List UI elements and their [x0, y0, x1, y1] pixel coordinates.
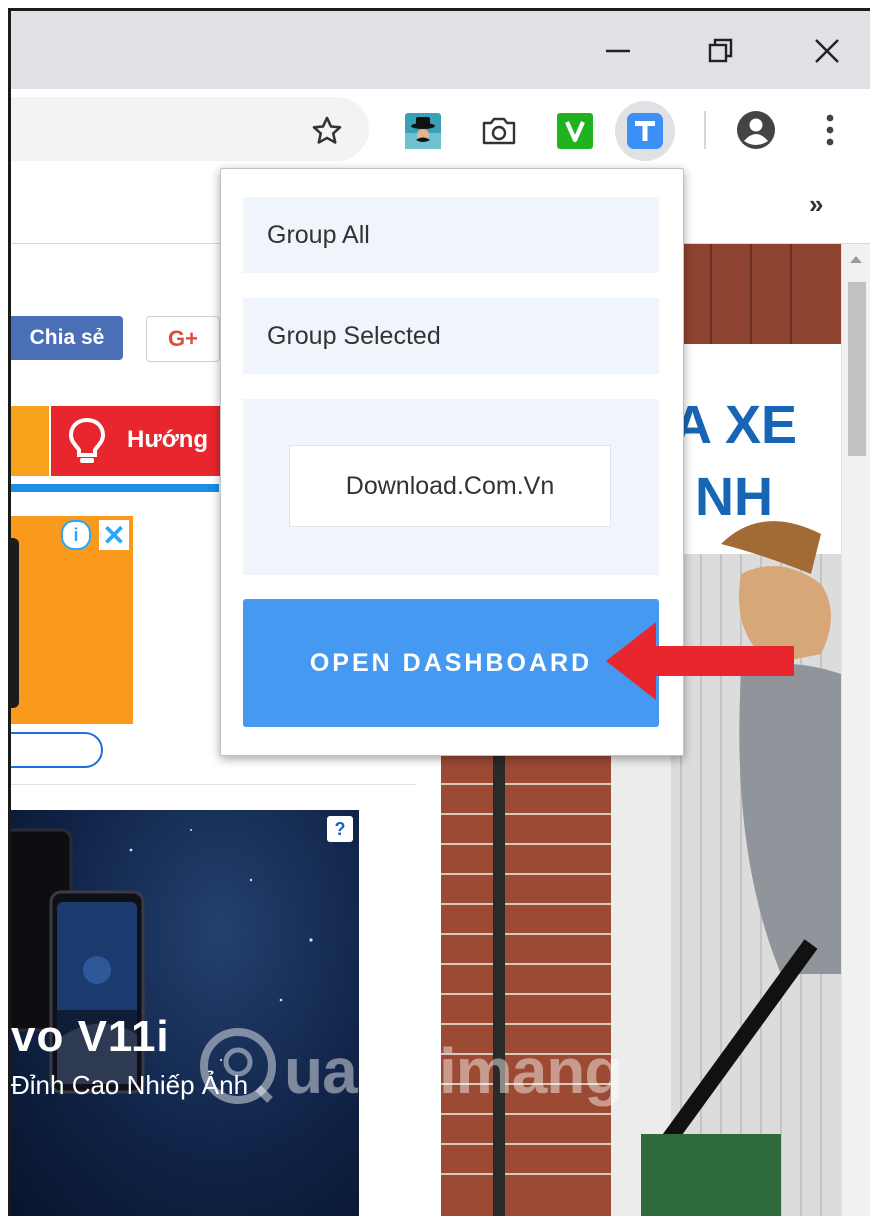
toolbar-separator	[704, 111, 706, 149]
share-button[interactable]: Chia sẻ	[11, 316, 123, 360]
star-icon	[312, 116, 342, 144]
page-scrollbar[interactable]	[841, 244, 870, 1216]
extension-incognito-button[interactable]	[401, 109, 445, 153]
account-icon	[737, 111, 775, 149]
browser-titlebar	[11, 11, 870, 89]
address-bar[interactable]	[11, 97, 369, 161]
bookmarks-overflow-button[interactable]: »	[809, 189, 823, 220]
v-extension-icon	[557, 113, 593, 149]
google-plus-button[interactable]: G+	[146, 316, 220, 362]
close-icon	[815, 39, 839, 63]
watermark-text: uantrimang	[284, 1035, 623, 1107]
scrollbar-thumb[interactable]	[848, 282, 866, 456]
photo-sign-line-2: NH	[695, 467, 773, 527]
saved-group-item[interactable]: Download.Com.Vn	[289, 445, 611, 527]
spy-extension-icon	[405, 113, 441, 149]
search-input[interactable]	[11, 732, 103, 768]
browser-toolbar	[11, 89, 870, 171]
screenshot-frame: » Chia sẻ G+ Hướng i ✕ ? vo V11i Đỉnh Ca…	[0, 0, 870, 1216]
saved-groups-panel: Download.Com.Vn	[243, 399, 659, 575]
bookmark-star-button[interactable]	[307, 111, 347, 151]
ad-info-button[interactable]: i	[61, 520, 91, 550]
group-all-button[interactable]: Group All	[243, 197, 659, 273]
extension-v-button[interactable]	[553, 109, 597, 153]
vivo-advertisement[interactable]: ? vo V11i Đỉnh Cao Nhiếp Ảnh	[11, 810, 359, 1216]
annotation-arrow-icon	[606, 622, 794, 700]
close-window-button[interactable]	[807, 31, 847, 71]
tabs-grouping-extension-button[interactable]	[615, 101, 675, 161]
nav-underline	[11, 484, 219, 492]
screenshot-extension-button[interactable]	[477, 109, 521, 153]
t-extension-icon	[627, 113, 663, 149]
restore-button[interactable]	[701, 31, 741, 71]
nav-tab-label: Hướng	[127, 426, 209, 453]
browser-menu-button[interactable]	[811, 107, 849, 153]
divider	[11, 784, 416, 785]
vivo-ad-title: vo V11i	[11, 1012, 170, 1061]
nav-tab-orange[interactable]	[11, 406, 49, 476]
profile-button[interactable]	[733, 107, 779, 153]
more-vert-icon	[826, 114, 834, 146]
camera-icon	[482, 117, 516, 145]
minimize-button[interactable]	[598, 31, 638, 71]
phone-image	[11, 538, 19, 708]
minimize-icon	[606, 49, 630, 53]
photo-sign-line-1: A XE	[673, 395, 798, 455]
watermark-bulb-icon	[200, 1028, 276, 1104]
orange-advertisement[interactable]: i ✕	[11, 516, 133, 724]
open-dashboard-button[interactable]: OPEN DASHBOARD	[243, 599, 659, 727]
ad-close-button[interactable]: ✕	[99, 520, 129, 551]
restore-icon	[708, 38, 733, 63]
lightbulb-icon	[68, 417, 106, 463]
scroll-up-arrow-icon[interactable]	[850, 256, 862, 263]
group-selected-button[interactable]: Group Selected	[243, 298, 659, 374]
ad-help-button[interactable]: ?	[327, 816, 353, 842]
